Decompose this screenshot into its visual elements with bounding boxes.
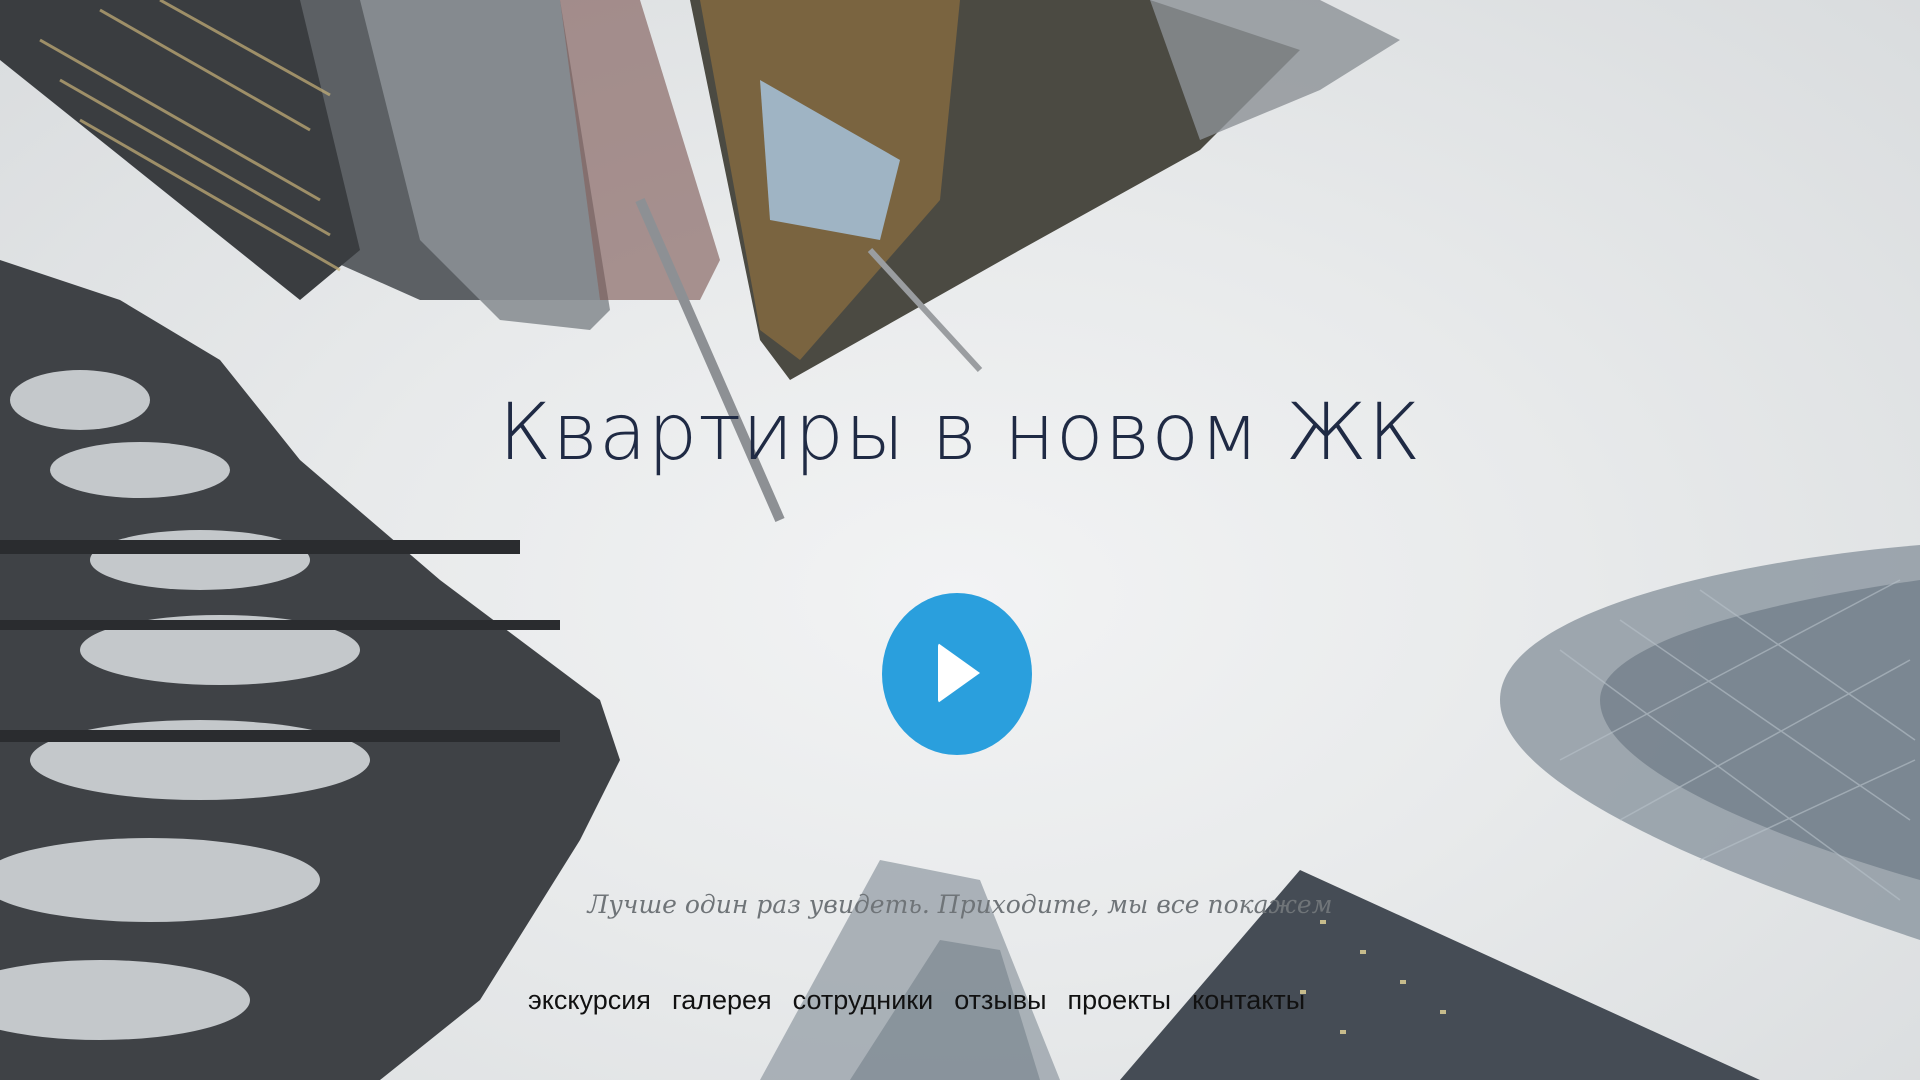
nav-item-projects[interactable]: проекты [1068,985,1172,1016]
hero-tagline: Лучше один раз увидеть. Приходите, мы вс… [587,890,1333,919]
play-video-button[interactable] [882,593,1032,755]
nav-item-staff[interactable]: сотрудники [793,985,934,1016]
nav-item-reviews[interactable]: отзывы [954,985,1046,1016]
nav-item-excursion[interactable]: экскурсия [528,985,651,1016]
main-nav: экскурсия галерея сотрудники отзывы прое… [528,985,1305,1016]
play-icon [938,643,980,703]
nav-item-contacts[interactable]: контакты [1192,985,1305,1016]
nav-item-gallery[interactable]: галерея [672,985,772,1016]
page-title: Квартиры в новом ЖК [498,388,1422,478]
hero-section: Квартиры в новом ЖК Лучше один раз увиде… [0,0,1920,1080]
